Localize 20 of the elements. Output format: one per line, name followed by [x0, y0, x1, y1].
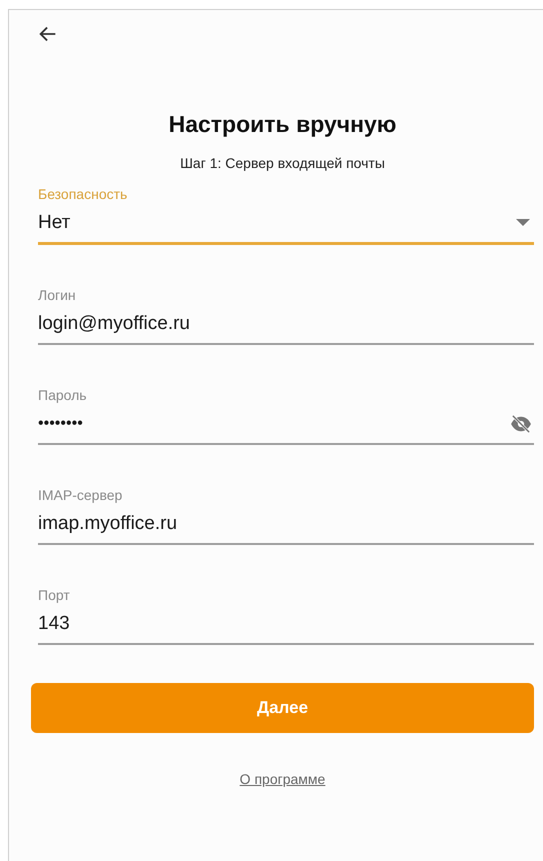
- input-field[interactable]: IMAP-сервер imap.myoffice.ru: [38, 485, 534, 545]
- dropdown-field[interactable]: Безопасность Нет: [38, 184, 534, 245]
- field-value: login@myoffice.ru: [38, 313, 190, 335]
- screen-title: Настроить вручную: [168, 110, 398, 138]
- input-field[interactable]: Логин login@myoffice.ru: [38, 285, 534, 345]
- field-label: Логин: [38, 286, 77, 305]
- field-label: Пароль: [38, 386, 88, 405]
- field-value: ••••••••: [38, 415, 83, 433]
- input-field[interactable]: Порт 143: [38, 585, 534, 645]
- field-value: imap.myoffice.ru: [38, 513, 178, 535]
- field-label: Порт: [38, 586, 71, 605]
- field-value: Нет: [38, 212, 70, 234]
- dropdown-caret-icon: [516, 219, 530, 227]
- eye-off-icon[interactable]: [510, 415, 532, 433]
- field-label: Безопасность: [38, 185, 128, 204]
- input-field[interactable]: Пароль ••••••••: [38, 385, 534, 445]
- field-value: 143: [38, 613, 70, 635]
- step-subtitle: Шаг 1: Сервер входящей почты: [179, 154, 386, 172]
- about-link[interactable]: О программе: [240, 771, 326, 787]
- field-label: IMAP-сервер: [38, 486, 124, 505]
